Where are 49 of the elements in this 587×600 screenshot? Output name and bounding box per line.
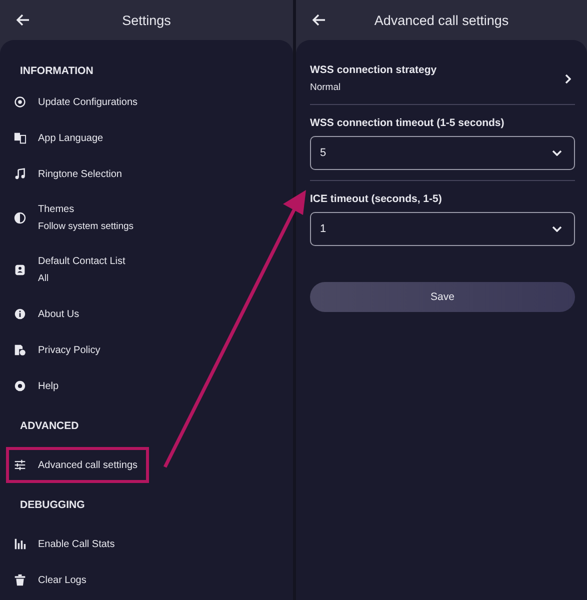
item-label: Help: [38, 380, 59, 394]
section-heading: DEBUGGING: [19, 498, 86, 513]
settings-item[interactable]: Themes Follow system settings: [0, 192, 287, 244]
item-label: Ringtone Selection: [38, 168, 122, 182]
settings-item[interactable]: Advanced call settings: [6, 447, 149, 483]
field-label: WSS connection strategy: [310, 63, 437, 78]
sliders-icon: [14, 459, 26, 471]
item-value: Follow system settings: [38, 220, 134, 234]
contrast-icon: [14, 212, 26, 224]
item-label: Themes: [38, 203, 76, 217]
back-arrow-icon[interactable]: [312, 14, 326, 26]
settings-item[interactable]: About Us: [0, 296, 287, 332]
settings-item[interactable]: Enable Call Stats: [0, 526, 287, 562]
settings-item[interactable]: Default Contact List All: [0, 244, 287, 296]
item-label: Privacy Policy: [38, 344, 100, 358]
dropdown-field[interactable]: 5: [310, 136, 575, 170]
field-label: ICE timeout (seconds, 1-5): [310, 192, 443, 207]
music-note-icon: [14, 168, 26, 180]
chevron-right-icon: [565, 74, 571, 84]
settings-item[interactable]: Help: [0, 368, 287, 404]
screen-title: Settings: [121, 12, 172, 28]
bar-chart-icon: [14, 538, 26, 550]
settings-item[interactable]: Update Configurations: [0, 84, 287, 120]
info-icon: [14, 308, 26, 320]
item-label: Clear Logs: [38, 574, 86, 588]
section-heading: ADVANCED: [19, 419, 80, 434]
field-value: Normal: [310, 81, 342, 95]
item-label: Default Contact List: [38, 255, 126, 269]
item-value: All: [38, 272, 50, 286]
settings-item[interactable]: Privacy Policy: [0, 332, 287, 368]
chevron-down-icon: [552, 226, 562, 232]
item-label: App Language: [38, 132, 104, 146]
field-label: WSS connection timeout (1-5 seconds): [310, 116, 506, 131]
item-label: Update Configurations: [38, 96, 138, 110]
settings-item[interactable]: App Language: [0, 120, 287, 156]
save-button[interactable]: Save: [310, 282, 575, 312]
item-label: About Us: [38, 308, 80, 322]
dropdown-field[interactable]: 1: [310, 212, 575, 246]
item-label: Advanced call settings: [38, 458, 138, 472]
screen-title: Advanced call settings: [373, 12, 510, 28]
item-label: Enable Call Stats: [38, 538, 115, 552]
contact-icon: [14, 264, 26, 276]
section-heading: INFORMATION: [19, 64, 94, 79]
settings-item[interactable]: Clear Logs: [0, 562, 287, 598]
setting-row[interactable]: WSS connection strategy Normal: [310, 54, 575, 104]
back-arrow-icon[interactable]: [16, 14, 30, 26]
trash-icon: [14, 574, 26, 586]
chevron-down-icon: [552, 150, 562, 156]
settings-item[interactable]: Ringtone Selection: [0, 156, 287, 192]
